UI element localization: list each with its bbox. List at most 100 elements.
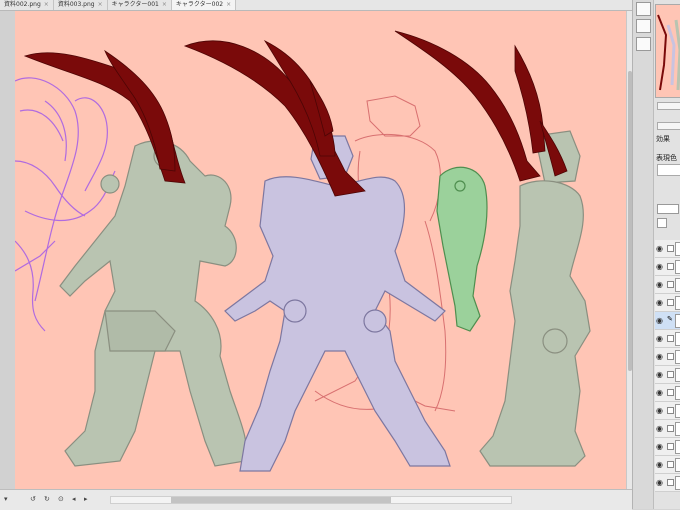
lock-icon[interactable] bbox=[667, 407, 674, 414]
effect-label: 効果 bbox=[656, 135, 670, 143]
layer-thumbnail bbox=[675, 386, 680, 400]
rotate-left-icon[interactable]: ↺ bbox=[30, 494, 36, 504]
layer-thumbnail bbox=[675, 404, 680, 418]
status-bar: ▾ ↺ ↻ ⊙ ◂ ▸ bbox=[0, 489, 632, 510]
gray-armor-figure bbox=[59, 140, 247, 467]
eye-icon[interactable]: ◉ bbox=[656, 280, 663, 289]
eye-icon[interactable]: ◉ bbox=[656, 244, 663, 253]
layer-thumbnail bbox=[675, 458, 680, 472]
close-icon[interactable]: × bbox=[162, 0, 167, 10]
scarf-strokes bbox=[23, 30, 568, 197]
eye-icon[interactable]: ◉ bbox=[656, 424, 663, 433]
eye-icon[interactable]: ◉ bbox=[656, 460, 663, 469]
lock-icon[interactable] bbox=[667, 281, 674, 288]
document-tab[interactable]: 資料002.png × bbox=[0, 0, 54, 10]
layer-row[interactable]: ◉ bbox=[655, 456, 680, 474]
tab-label: 資料003.png bbox=[57, 1, 95, 8]
layer-thumbnail bbox=[675, 260, 680, 274]
purple-sketch bbox=[14, 77, 116, 332]
right-panel: 効果 表現色 ◉ ◉ ◉ ◉ ◉ ✎ ◉ ◉ ◉ ◉ ◉ ◉ ◉ ◉ ◉ bbox=[632, 0, 680, 509]
document-tab[interactable]: 資料003.png × bbox=[54, 0, 108, 10]
layer-row[interactable]: ◉ bbox=[655, 384, 680, 402]
panel-icon-column bbox=[633, 0, 654, 509]
blend-mode-select[interactable] bbox=[657, 204, 679, 214]
lock-icon[interactable] bbox=[667, 425, 674, 432]
lock-icon[interactable] bbox=[667, 353, 674, 360]
navigator-preview-image bbox=[656, 5, 680, 97]
eye-icon[interactable]: ◉ bbox=[656, 406, 663, 415]
lock-icon[interactable] bbox=[667, 263, 674, 270]
pen-icon[interactable]: ✎ bbox=[667, 315, 673, 323]
eye-icon[interactable]: ◉ bbox=[656, 334, 663, 343]
eye-icon[interactable]: ◉ bbox=[656, 298, 663, 307]
horizontal-scroll-thumb[interactable] bbox=[171, 497, 391, 503]
eye-icon[interactable]: ◉ bbox=[656, 370, 663, 379]
rotate-reset-icon[interactable]: ⊙ bbox=[58, 494, 64, 504]
layer-thumbnail bbox=[675, 242, 680, 256]
eye-icon[interactable]: ◉ bbox=[656, 316, 663, 325]
tab-label: キャラクター001 bbox=[111, 1, 159, 8]
layer-row[interactable]: ◉ bbox=[655, 240, 680, 258]
layer-row[interactable]: ◉ bbox=[655, 294, 680, 312]
layer-option-icon[interactable] bbox=[657, 218, 667, 228]
eye-icon[interactable]: ◉ bbox=[656, 478, 663, 487]
layer-list: ◉ ◉ ◉ ◉ ◉ ✎ ◉ ◉ ◉ ◉ ◉ ◉ ◉ ◉ ◉ bbox=[655, 240, 680, 509]
layer-row[interactable]: ◉ bbox=[655, 420, 680, 438]
canvas-area[interactable] bbox=[0, 11, 626, 489]
layer-thumbnail bbox=[675, 350, 680, 364]
navigator-icon[interactable] bbox=[636, 2, 651, 16]
eye-icon[interactable]: ◉ bbox=[656, 262, 663, 271]
drawing-canvas[interactable] bbox=[14, 11, 626, 489]
display-color-select[interactable] bbox=[657, 164, 680, 176]
document-tab-bar: 資料002.png × 資料003.png × キャラクター001 × キャラクター0… bbox=[0, 0, 632, 11]
layer-row[interactable]: ◉ bbox=[655, 330, 680, 348]
layer-thumbnail bbox=[675, 440, 680, 454]
eye-icon[interactable]: ◉ bbox=[656, 352, 663, 361]
rotate-right-icon[interactable]: ↻ bbox=[44, 494, 50, 504]
navigator-preview[interactable] bbox=[655, 4, 680, 98]
document-tab[interactable]: キャラクター001 × bbox=[108, 0, 172, 10]
lock-icon[interactable] bbox=[667, 389, 674, 396]
rotate-slider[interactable] bbox=[657, 122, 680, 130]
layer-row-selected[interactable]: ◉ ✎ bbox=[655, 312, 680, 330]
flip-vertical-icon[interactable]: ▸ bbox=[84, 494, 88, 504]
layer-thumbnail bbox=[675, 332, 680, 346]
layer-row[interactable]: ◉ bbox=[655, 348, 680, 366]
lock-icon[interactable] bbox=[667, 443, 674, 450]
layer-row[interactable]: ◉ bbox=[655, 258, 680, 276]
lock-icon[interactable] bbox=[667, 245, 674, 252]
green-arm bbox=[436, 166, 488, 332]
layer-row[interactable]: ◉ bbox=[655, 474, 680, 492]
sub-view-icon[interactable] bbox=[636, 19, 651, 33]
layer-thumbnail bbox=[675, 422, 680, 436]
horizontal-scrollbar[interactable] bbox=[110, 496, 512, 504]
lock-icon[interactable] bbox=[667, 461, 674, 468]
tab-label: キャラクター002 bbox=[175, 1, 224, 8]
layer-row[interactable]: ◉ bbox=[655, 402, 680, 420]
layer-row[interactable]: ◉ bbox=[655, 438, 680, 456]
layer-thumbnail bbox=[675, 296, 680, 310]
document-tab-active[interactable]: キャラクター002 × bbox=[171, 0, 237, 10]
layer-row[interactable]: ◉ bbox=[655, 366, 680, 384]
lock-icon[interactable] bbox=[667, 479, 674, 486]
lock-icon[interactable] bbox=[667, 299, 674, 306]
layer-thumbnail bbox=[675, 314, 680, 328]
layer-row[interactable]: ◉ bbox=[655, 276, 680, 294]
zoom-out-icon[interactable]: ▾ bbox=[4, 494, 8, 504]
artwork bbox=[14, 30, 591, 472]
layer-thumbnail bbox=[675, 278, 680, 292]
material-icon[interactable] bbox=[636, 37, 651, 51]
tab-label: 資料002.png bbox=[4, 1, 41, 8]
eye-icon[interactable]: ◉ bbox=[656, 388, 663, 397]
eye-icon[interactable]: ◉ bbox=[656, 442, 663, 451]
close-icon[interactable]: × bbox=[226, 0, 231, 10]
layer-thumbnail bbox=[675, 476, 680, 490]
display-color-label: 表現色 bbox=[656, 154, 677, 162]
close-icon[interactable]: × bbox=[44, 0, 49, 10]
zoom-slider[interactable] bbox=[657, 102, 680, 110]
lock-icon[interactable] bbox=[667, 335, 674, 342]
lock-icon[interactable] bbox=[667, 371, 674, 378]
close-icon[interactable]: × bbox=[98, 0, 103, 10]
flip-icon[interactable]: ◂ bbox=[72, 494, 76, 504]
gray-side-figure bbox=[479, 130, 591, 467]
